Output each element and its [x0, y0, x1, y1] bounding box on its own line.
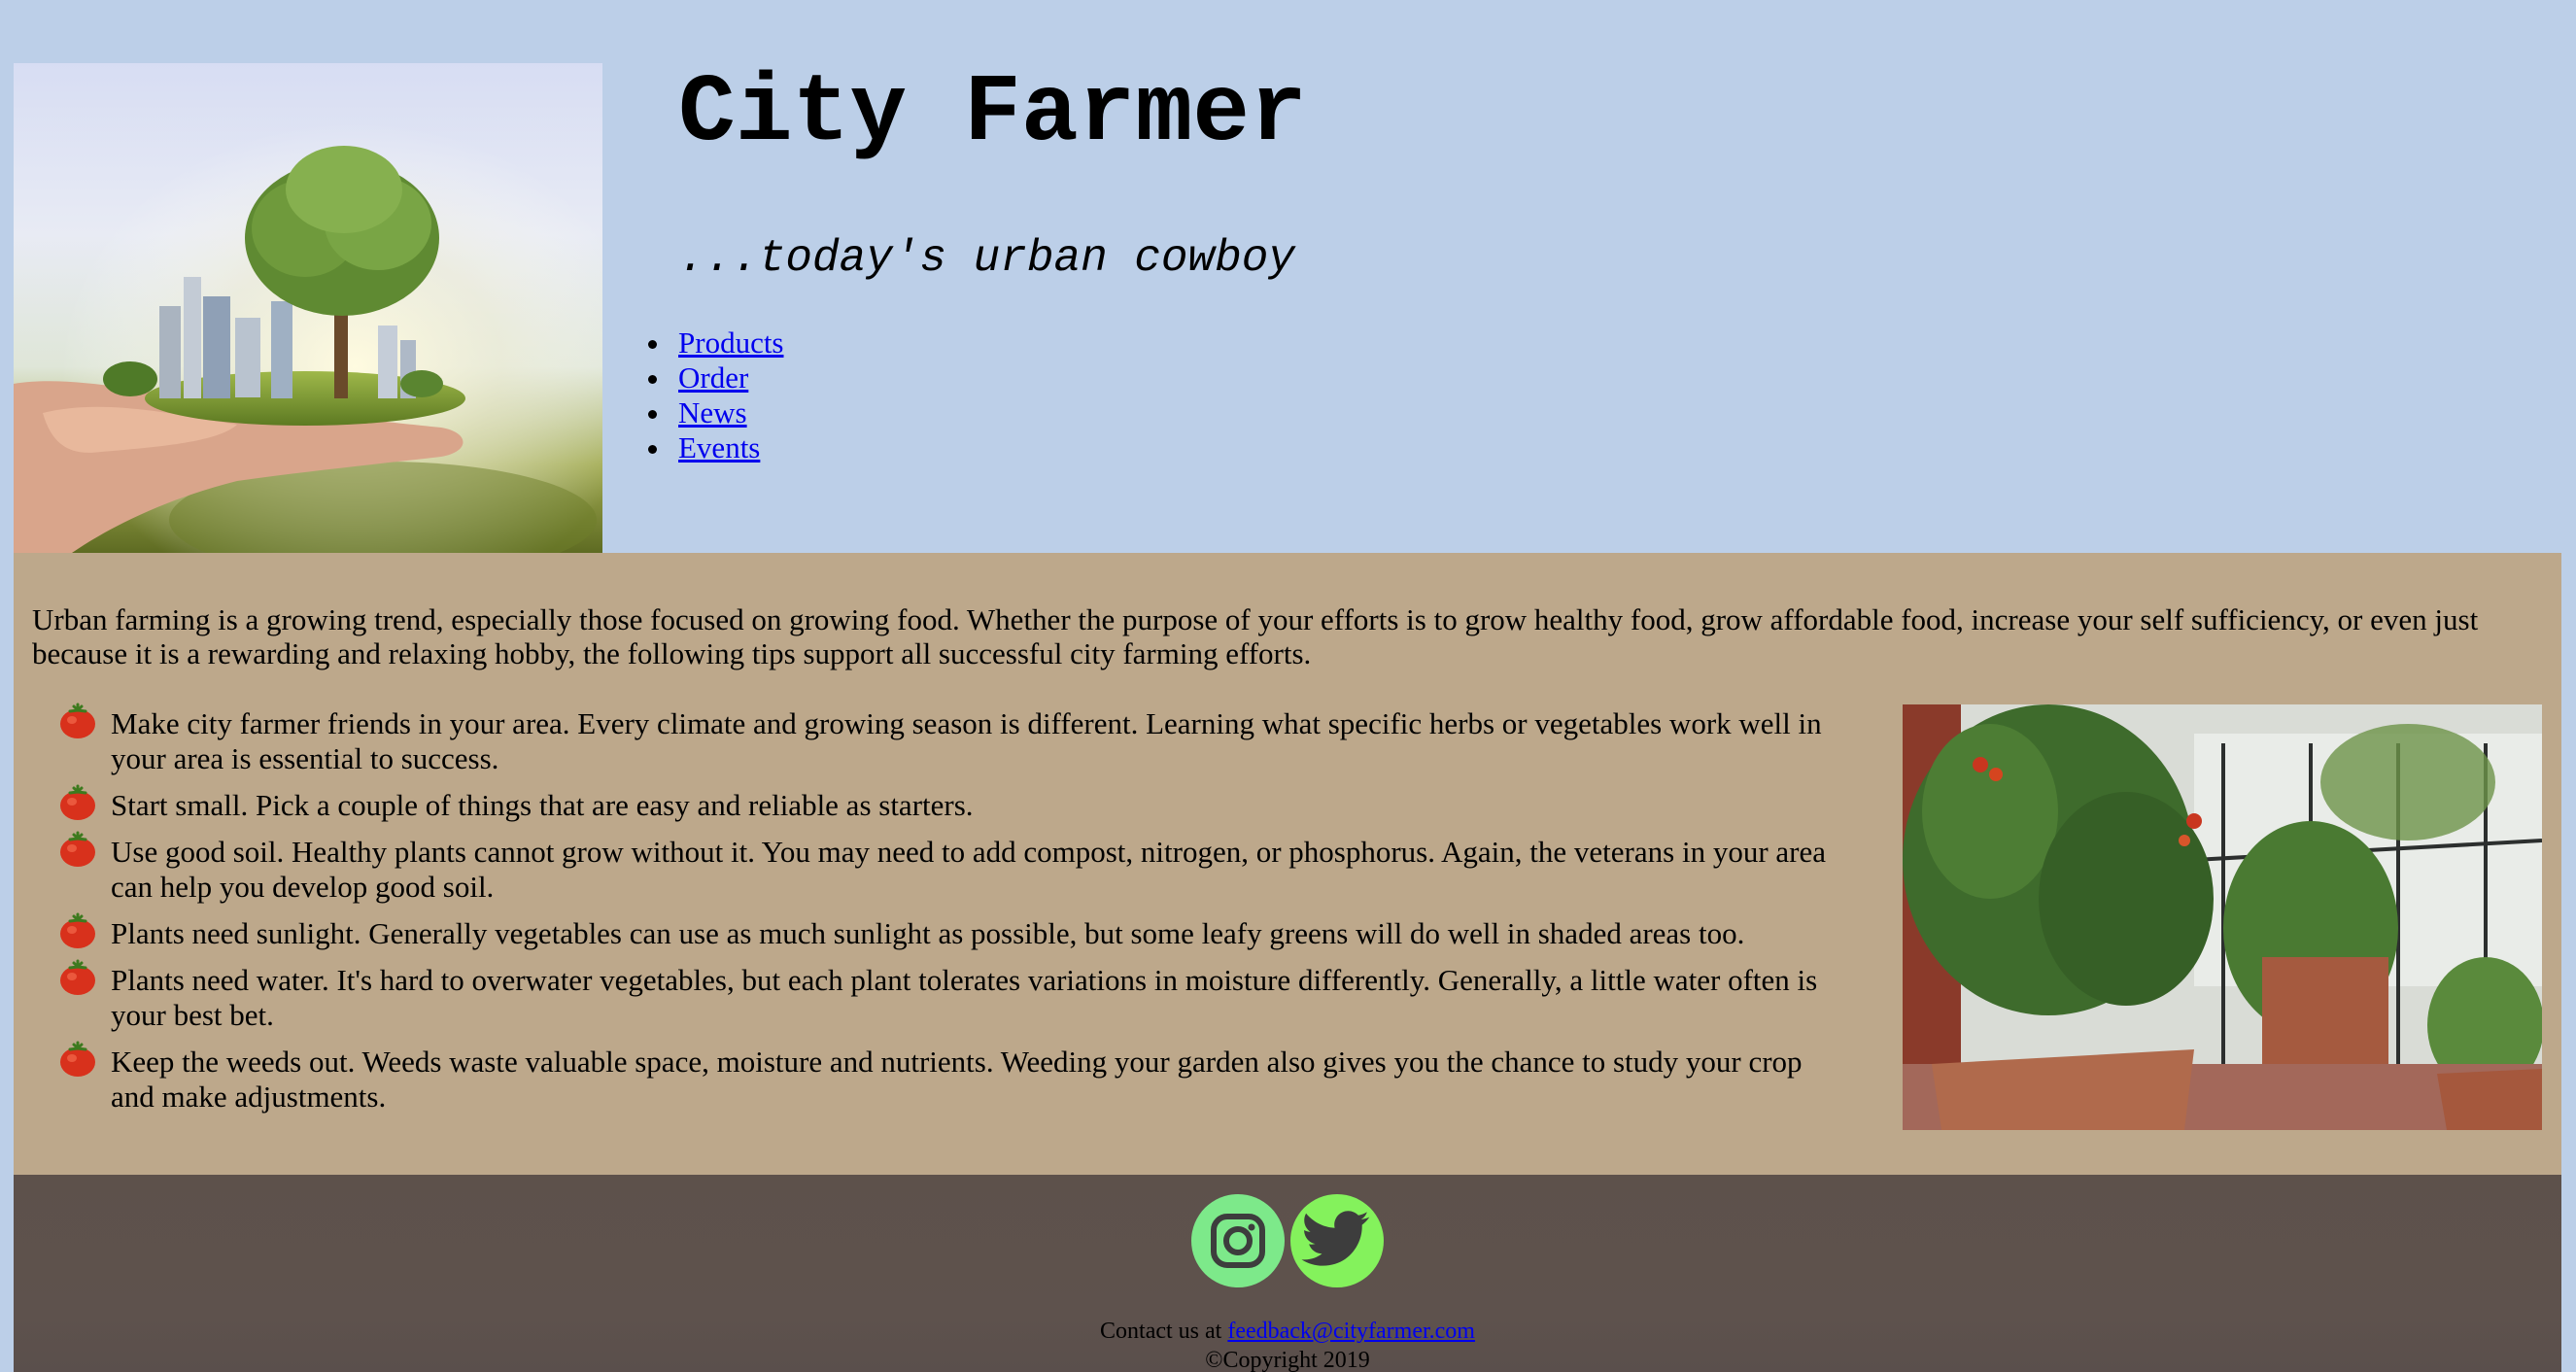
- tip-text: Make city farmer friends in your area. E…: [111, 706, 1822, 775]
- tip-text: Start small. Pick a couple of things tha…: [111, 788, 974, 822]
- tips-list: Make city farmer friends in your area. E…: [58, 703, 1846, 1126]
- site-title: City Farmer: [678, 60, 1307, 168]
- nav-link-order[interactable]: Order: [678, 360, 748, 394]
- tip-text: Plants need sunlight. Generally vegetabl…: [111, 916, 1745, 950]
- tip-text: Use good soil. Healthy plants cannot gro…: [111, 835, 1826, 904]
- list-item: Use good soil. Healthy plants cannot gro…: [58, 831, 1846, 905]
- social-links: [1191, 1194, 1386, 1291]
- instagram-button[interactable]: [1191, 1194, 1285, 1287]
- list-item: Plants need sunlight. Generally vegetabl…: [58, 912, 1846, 951]
- nav-item-news: News: [648, 395, 784, 430]
- nav-item-events: Events: [648, 430, 784, 465]
- hero-image-hand-holding-city: [14, 63, 602, 553]
- site-header: City Farmer ...today's urban cowboy Prod…: [14, 63, 2561, 553]
- nav-link-products[interactable]: Products: [678, 326, 784, 360]
- nav-item-order: Order: [648, 360, 784, 395]
- nav-item-products: Products: [648, 326, 784, 360]
- tomato-icon: [60, 703, 95, 738]
- nav-link-events[interactable]: Events: [678, 430, 760, 464]
- contact-line: Contact us at feedback@cityfarmer.com: [14, 1318, 2561, 1345]
- site-tagline: ...today's urban cowboy: [678, 233, 1295, 284]
- intro-paragraph: Urban farming is a growing trend, especi…: [32, 602, 2479, 670]
- tip-text: Keep the weeds out. Weeds waste valuable…: [111, 1045, 1803, 1114]
- contact-email-link[interactable]: feedback@cityfarmer.com: [1227, 1319, 1475, 1344]
- tomato-icon: [60, 831, 95, 867]
- main-content: Urban farming is a growing trend, especi…: [14, 553, 2561, 1175]
- list-item: Plants need water. It's hard to overwate…: [58, 959, 1846, 1033]
- tip-text: Plants need water. It's hard to overwate…: [111, 963, 1818, 1032]
- instagram-icon: [1211, 1214, 1265, 1268]
- copyright: ©Copyright 2019: [1205, 1348, 1370, 1372]
- tomato-icon: [60, 912, 95, 948]
- site-footer: Contact us at feedback@cityfarmer.com ©C…: [14, 1175, 2561, 1372]
- list-item: Keep the weeds out. Weeds waste valuable…: [58, 1041, 1846, 1115]
- main-nav: Products Order News Events: [648, 326, 784, 465]
- list-item: Make city farmer friends in your area. E…: [58, 703, 1846, 776]
- list-item: Start small. Pick a couple of things tha…: [58, 784, 1846, 823]
- tomato-icon: [60, 784, 95, 820]
- twitter-button[interactable]: [1290, 1194, 1384, 1287]
- tomato-icon: [60, 1041, 95, 1077]
- contact-prefix: Contact us at: [1100, 1319, 1228, 1344]
- tomato-icon: [60, 959, 95, 995]
- balcony-garden-photo: [1903, 704, 2542, 1130]
- nav-link-news[interactable]: News: [678, 395, 747, 429]
- twitter-icon: [1301, 1211, 1370, 1266]
